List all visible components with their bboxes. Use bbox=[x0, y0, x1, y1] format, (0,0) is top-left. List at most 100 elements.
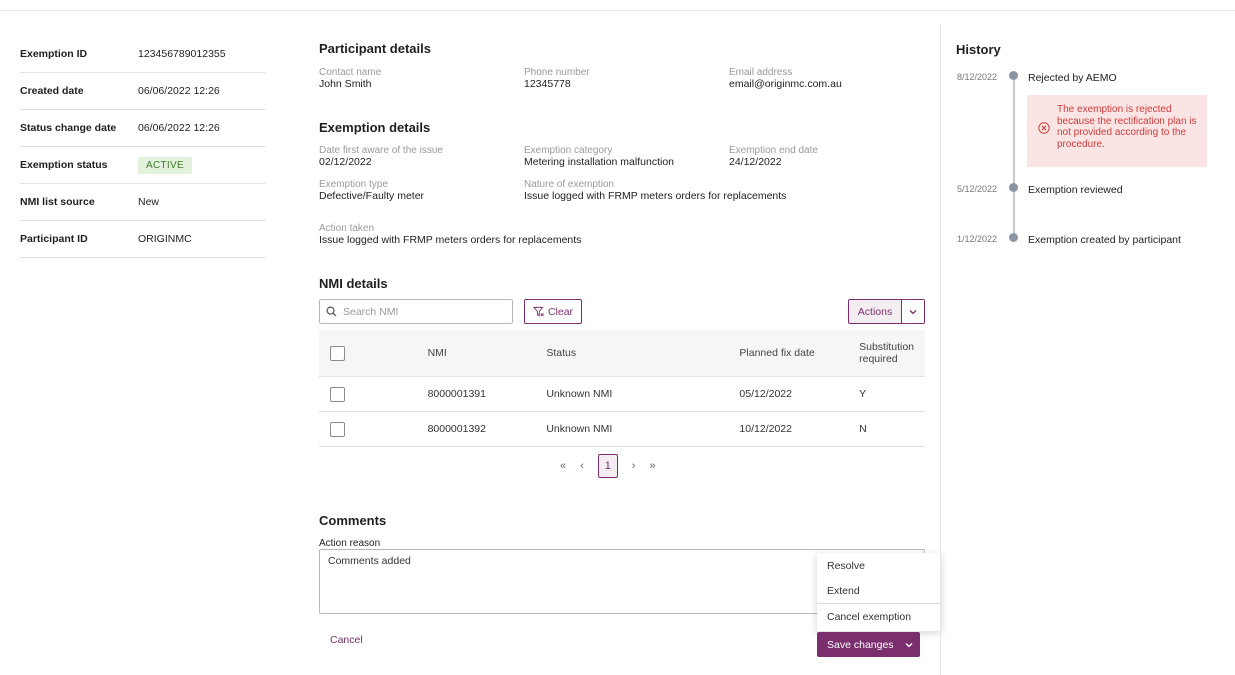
error-circle-icon bbox=[1038, 122, 1050, 134]
actions-label[interactable]: Actions bbox=[849, 300, 902, 323]
timeline-line bbox=[1013, 76, 1015, 239]
fix-date-cell: 10/12/2022 bbox=[728, 411, 849, 447]
nmi-cell: 8000001391 bbox=[416, 376, 536, 412]
summary-value: 06/06/2022 12:26 bbox=[138, 122, 220, 134]
date-aware-field: Date first aware of the issue 02/12/2022 bbox=[319, 145, 443, 168]
top-divider bbox=[0, 10, 1235, 11]
exemption-details-title: Exemption details bbox=[319, 120, 431, 135]
column-header-substitution-required[interactable]: Substitution required bbox=[848, 330, 925, 377]
field-value: Issue logged with FRMP meters orders for… bbox=[524, 190, 787, 202]
summary-label: Exemption ID bbox=[20, 48, 88, 60]
last-page-button[interactable]: » bbox=[649, 460, 655, 472]
field-label: Exemption end date bbox=[729, 145, 818, 156]
prev-page-button[interactable]: ‹ bbox=[580, 460, 584, 472]
select-all-checkbox[interactable] bbox=[330, 345, 345, 361]
save-changes-button[interactable]: Save changes bbox=[817, 632, 920, 657]
column-header-status[interactable]: Status bbox=[535, 330, 729, 377]
summary-row-exemption-status: Exemption status ACTIVE bbox=[20, 147, 266, 184]
exemption-summary-panel: Exemption ID 123456789012355 Created dat… bbox=[20, 36, 266, 258]
summary-label: Participant ID bbox=[20, 233, 88, 245]
page-1-button[interactable]: 1 bbox=[597, 454, 618, 478]
summary-value: 123456789012355 bbox=[138, 48, 226, 60]
table-row[interactable]: 8000001392 Unknown NMI 10/12/2022 N bbox=[319, 411, 925, 447]
status-badge: ACTIVE bbox=[138, 156, 192, 174]
summary-row-nmi-list-source: NMI list source New bbox=[20, 184, 266, 221]
panel-divider bbox=[940, 24, 941, 675]
timeline-dot bbox=[1009, 71, 1018, 80]
history-date: 8/12/2022 bbox=[957, 72, 998, 82]
column-header-nmi[interactable]: NMI bbox=[416, 330, 536, 377]
menu-item-resolve[interactable]: Resolve bbox=[817, 553, 941, 578]
row-checkbox[interactable] bbox=[330, 421, 345, 437]
save-changes-label[interactable]: Save changes bbox=[817, 639, 898, 651]
action-taken-field: Action taken Issue logged with FRMP mete… bbox=[319, 223, 581, 246]
chevron-down-icon[interactable] bbox=[902, 300, 924, 323]
rejection-alert: The exemption is rejected because the re… bbox=[1027, 95, 1207, 167]
phone-number-field: Phone number 12345778 bbox=[524, 67, 590, 90]
timeline-dot bbox=[1009, 183, 1018, 192]
select-all-cell bbox=[319, 330, 417, 377]
summary-row-status-change-date: Status change date 06/06/2022 12:26 bbox=[20, 110, 266, 147]
row-select-cell bbox=[319, 376, 417, 412]
action-reason-label: Action reason bbox=[319, 538, 381, 549]
exemption-end-date-field: Exemption end date 24/12/2022 bbox=[729, 145, 818, 168]
alert-text: The exemption is rejected because the re… bbox=[1057, 104, 1197, 150]
next-page-button[interactable]: › bbox=[632, 460, 636, 472]
first-page-button[interactable]: « bbox=[560, 460, 566, 472]
email-address-field: Email address email@originmc.com.au bbox=[729, 67, 842, 90]
chevron-down-icon[interactable] bbox=[898, 640, 920, 650]
actions-dropdown-button[interactable]: Actions bbox=[848, 299, 925, 324]
field-value: email@originmc.com.au bbox=[729, 78, 842, 90]
field-label: Action taken bbox=[319, 223, 375, 234]
summary-value: 06/06/2022 12:26 bbox=[138, 85, 220, 97]
comments-title: Comments bbox=[319, 513, 387, 528]
field-value: 02/12/2022 bbox=[319, 156, 372, 168]
summary-label: NMI list source bbox=[20, 196, 95, 208]
history-event-text: Exemption reviewed bbox=[1028, 184, 1123, 196]
pagination: « ‹ 1 › » bbox=[560, 454, 656, 478]
save-options-menu: Resolve Extend Cancel exemption bbox=[817, 553, 941, 631]
field-label: Phone number bbox=[524, 67, 590, 78]
field-label: Exemption category bbox=[524, 145, 613, 156]
field-label: Date first aware of the issue bbox=[319, 145, 443, 156]
history-event-text: Rejected by AEMO bbox=[1028, 72, 1117, 84]
nmi-table: NMI Status Planned fix date Substitution… bbox=[319, 330, 925, 447]
summary-row-participant-id: Participant ID ORIGINMC bbox=[20, 221, 266, 258]
field-value: 24/12/2022 bbox=[729, 156, 782, 168]
summary-value: New bbox=[138, 196, 160, 208]
summary-label: Exemption status bbox=[20, 159, 108, 171]
field-value: Defective/Faulty meter bbox=[319, 190, 425, 202]
table-row[interactable]: 8000001391 Unknown NMI 05/12/2022 Y bbox=[319, 376, 925, 412]
summary-value: ORIGINMC bbox=[138, 233, 192, 245]
contact-name-field: Contact name John Smith bbox=[319, 67, 381, 90]
filter-clear-icon bbox=[532, 306, 544, 317]
field-value: Metering installation malfunction bbox=[524, 156, 674, 168]
field-label: Exemption type bbox=[319, 179, 388, 190]
cancel-link[interactable]: Cancel bbox=[330, 634, 363, 646]
exemption-type-field: Exemption type Defective/Faulty meter bbox=[319, 179, 424, 202]
column-header-planned-fix-date[interactable]: Planned fix date bbox=[728, 330, 849, 377]
field-value: 12345778 bbox=[524, 78, 571, 90]
search-nmi-box[interactable] bbox=[319, 299, 513, 324]
clear-label: Clear bbox=[547, 305, 574, 318]
field-value: John Smith bbox=[319, 78, 372, 90]
field-label: Contact name bbox=[319, 67, 382, 78]
menu-item-extend[interactable]: Extend bbox=[817, 578, 941, 603]
status-cell: Unknown NMI bbox=[535, 411, 729, 447]
nmi-cell: 8000001392 bbox=[416, 411, 536, 447]
summary-row-exemption-id: Exemption ID 123456789012355 bbox=[20, 36, 266, 73]
nature-of-exemption-field: Nature of exemption Issue logged with FR… bbox=[524, 179, 786, 202]
field-value: Issue logged with FRMP meters orders for… bbox=[319, 234, 582, 246]
history-date: 5/12/2022 bbox=[957, 184, 998, 194]
timeline-dot bbox=[1009, 233, 1018, 242]
clear-filter-button[interactable]: Clear bbox=[524, 299, 582, 324]
history-title: History bbox=[956, 42, 1001, 57]
table-header-row: NMI Status Planned fix date Substitution… bbox=[319, 330, 925, 377]
row-checkbox[interactable] bbox=[330, 386, 345, 402]
fix-date-cell: 05/12/2022 bbox=[728, 376, 849, 412]
search-nmi-input[interactable] bbox=[341, 304, 505, 319]
summary-label: Status change date bbox=[20, 122, 117, 134]
summary-row-created-date: Created date 06/06/2022 12:26 bbox=[20, 73, 266, 110]
substitution-cell: Y bbox=[848, 376, 925, 412]
menu-item-cancel-exemption[interactable]: Cancel exemption bbox=[817, 603, 941, 629]
